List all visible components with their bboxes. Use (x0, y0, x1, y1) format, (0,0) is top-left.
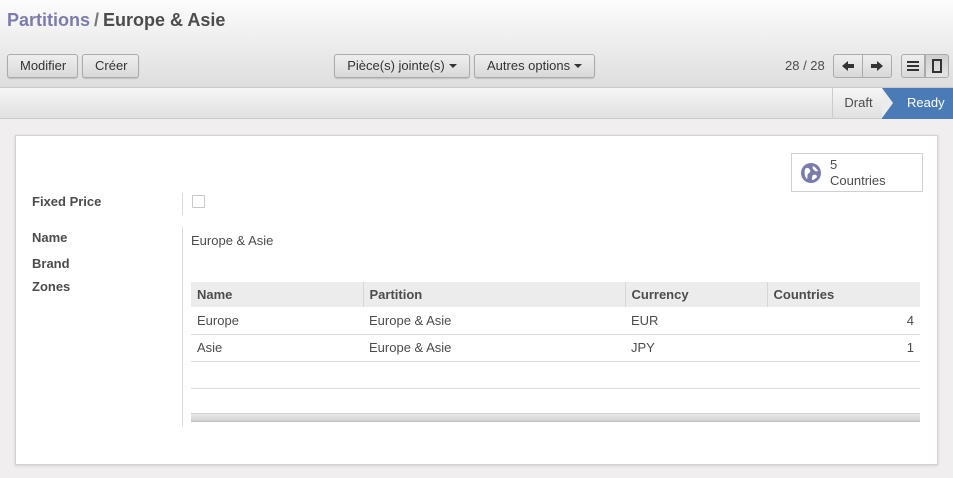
table-row[interactable]: Asie Europe & Asie JPY 1 (191, 334, 920, 362)
field-separator (182, 193, 183, 215)
zones-table: Name Partition Currency Countries Europe… (191, 282, 920, 389)
status-draft[interactable]: Draft (832, 88, 884, 119)
cell-countries: 1 (767, 334, 920, 362)
cell-currency: EUR (625, 307, 767, 335)
table-row-empty (191, 361, 920, 389)
table-header-row: Name Partition Currency Countries (191, 282, 920, 307)
status-ready[interactable]: Ready (882, 88, 953, 119)
cell-partition: Europe & Asie (363, 334, 625, 362)
table-footer (191, 413, 920, 422)
caret-down-icon (574, 63, 583, 68)
empty-cell (191, 361, 920, 389)
breadcrumb: Partitions / Europe & Asie (7, 10, 225, 31)
breadcrumb-link-partitions[interactable]: Partitions (7, 10, 90, 30)
list-view-icon (907, 61, 919, 71)
arrow-left-icon (842, 61, 854, 71)
arrow-right-icon (871, 61, 883, 71)
pager-next-button[interactable] (862, 54, 892, 78)
form-sheet: 5 Countries Fixed Price Name Brand Zones… (15, 135, 938, 465)
cell-countries: 4 (767, 307, 920, 335)
edit-button[interactable]: Modifier (7, 54, 78, 78)
cell-name: Asie (191, 334, 363, 362)
name-label: Name (32, 230, 68, 245)
pager-value[interactable]: 28 / 28 (785, 58, 825, 73)
breadcrumb-current: Europe & Asie (103, 10, 226, 30)
field-separator (182, 227, 183, 427)
column-header-partition[interactable]: Partition (363, 282, 626, 307)
fixed-price-label: Fixed Price (32, 194, 102, 209)
cell-currency: JPY (625, 334, 767, 362)
cell-partition: Europe & Asie (363, 307, 625, 335)
stat-label: Countries (830, 173, 886, 188)
stat-value: 5 (830, 157, 838, 172)
cell-name: Europe (191, 307, 363, 335)
list-view-button[interactable] (901, 54, 925, 78)
attachments-label: Pièce(s) jointe(s) (347, 58, 445, 73)
control-panel: Partitions / Europe & Asie Modifier Créer … (0, 0, 953, 88)
column-header-name[interactable]: Name (191, 282, 364, 307)
column-header-countries[interactable]: Countries (767, 282, 920, 307)
attachments-dropdown[interactable]: Pièce(s) jointe(s) (334, 54, 470, 78)
form-view-icon (932, 59, 942, 73)
table-row[interactable]: Europe Europe & Asie EUR 4 (191, 307, 920, 335)
globe-icon (801, 163, 821, 183)
caret-down-icon (448, 63, 457, 68)
pager-previous-button[interactable] (833, 54, 863, 78)
form-view-button[interactable] (925, 54, 949, 78)
fixed-price-checkbox[interactable] (192, 195, 205, 208)
name-value: Europe & Asie (191, 233, 274, 248)
zones-label: Zones (32, 279, 71, 294)
countries-stat-button[interactable]: 5 Countries (791, 153, 923, 192)
create-button[interactable]: Créer (82, 54, 139, 78)
breadcrumb-separator: / (94, 10, 100, 30)
more-options-label: Autres options (487, 58, 571, 73)
statusbar: Draft Ready (0, 88, 953, 119)
brand-label: Brand (32, 256, 70, 271)
more-options-dropdown[interactable]: Autres options (474, 54, 595, 78)
column-header-currency[interactable]: Currency (625, 282, 768, 307)
